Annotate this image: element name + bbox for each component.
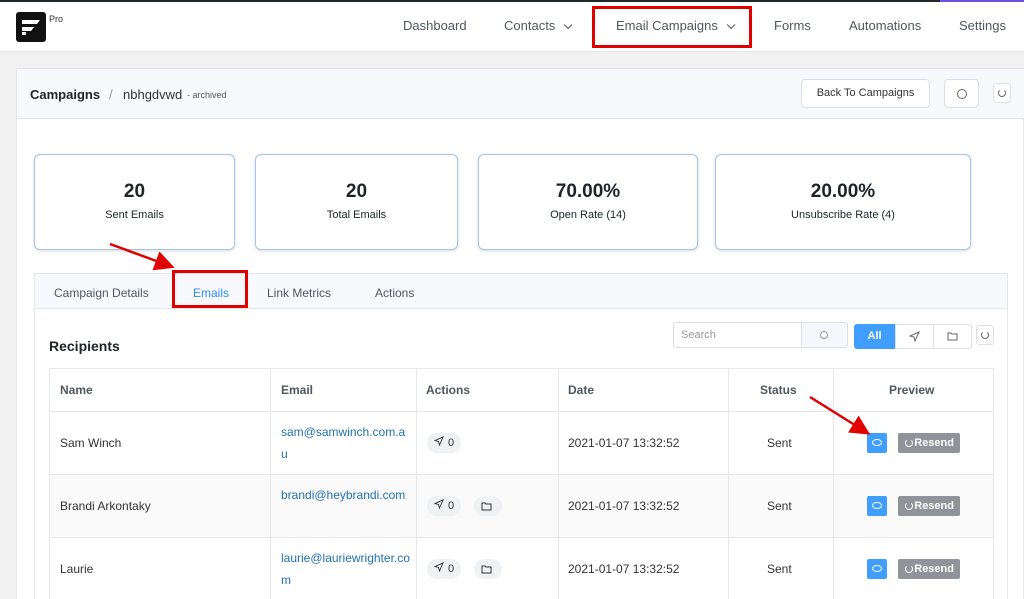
arrow-to-preview-button	[809, 395, 871, 435]
arrow-to-emails-tab	[109, 242, 175, 271]
annotation-arrows	[109, 242, 871, 435]
